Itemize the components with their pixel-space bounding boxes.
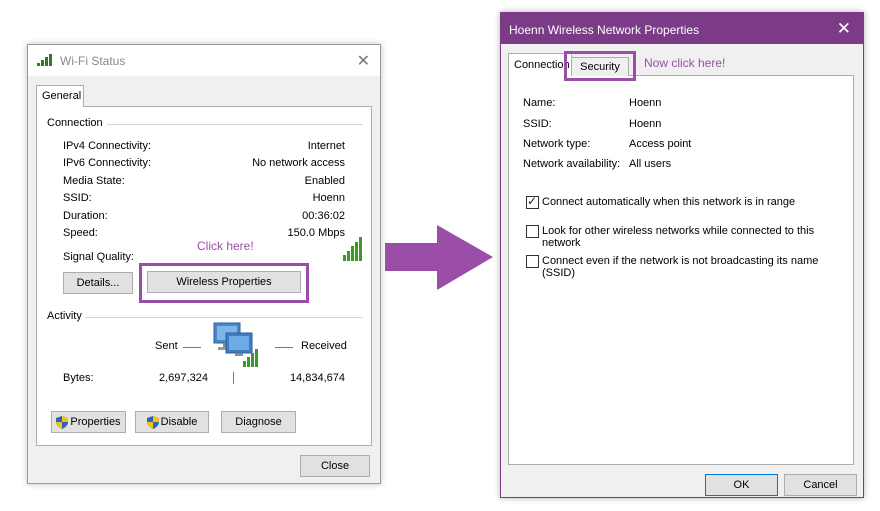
wifi-status-titlebar[interactable]: Wi-Fi Status ✕ (28, 45, 380, 76)
wireless-properties-button[interactable]: Wireless Properties (147, 271, 301, 293)
received-label: Received (301, 340, 347, 352)
signal-quality-label: Signal Quality: (63, 251, 134, 263)
look-for-other-networks-checkbox[interactable] (526, 225, 539, 238)
highlight-box (564, 51, 636, 81)
speed-label: Speed: (63, 227, 98, 239)
received-line (275, 347, 293, 348)
bytes-label: Bytes: (63, 372, 94, 384)
disable-button[interactable]: Disable (135, 411, 209, 433)
wifi-status-window: Wi-Fi Status ✕ General Connection IPv4 C… (27, 44, 381, 484)
cancel-button[interactable]: Cancel (784, 474, 857, 496)
ssid-label: SSID: (523, 118, 552, 130)
close-button[interactable]: Close (300, 455, 370, 477)
ssid-label: SSID: (63, 192, 92, 204)
network-availability-value: All users (629, 158, 672, 170)
connection-panel: Name: Hoenn SSID: Hoenn Network type: Ac… (508, 75, 854, 465)
click-here-hint: Click here! (197, 239, 254, 253)
network-properties-title: Hoenn Wireless Network Properties (509, 23, 700, 37)
ipv6-value: No network access (252, 157, 345, 169)
disable-button-label: Disable (160, 416, 198, 428)
ipv4-label: IPv4 Connectivity: (63, 140, 152, 152)
details-button[interactable]: Details... (63, 272, 133, 294)
network-availability-label: Network availability: (523, 158, 621, 170)
close-icon[interactable]: ✕ (357, 51, 370, 71)
uac-shield-icon (56, 415, 69, 429)
speed-value: 150.0 Mbps (287, 227, 345, 239)
network-properties-titlebar[interactable]: Hoenn Wireless Network Properties ✕ (501, 13, 863, 44)
signal-bars-icon (343, 237, 362, 261)
sent-label: Sent (155, 340, 178, 352)
ipv4-value: Internet (307, 140, 345, 152)
connect-hidden-checkbox[interactable] (526, 255, 539, 268)
close-icon[interactable]: ✕ (837, 19, 851, 39)
media-state-label: Media State: (63, 175, 125, 187)
name-label: Name: (523, 97, 556, 109)
connect-hidden-label: Connect even if the network is not broad… (542, 255, 819, 279)
now-click-here-hint: Now click here! (644, 56, 726, 70)
tab-connection[interactable]: Connection (508, 53, 572, 76)
duration-label: Duration: (63, 210, 108, 222)
look-for-other-networks-label: Look for other wireless networks while c… (542, 225, 815, 249)
ssid-value: Hoenn (312, 192, 345, 204)
network-computers-icon (213, 322, 258, 367)
divider (47, 317, 363, 318)
duration-value: 00:36:02 (302, 210, 345, 222)
checkmark-icon: ✓ (527, 194, 538, 208)
network-properties-window: Hoenn Wireless Network Properties ✕ Conn… (500, 12, 864, 498)
connection-group-label: Connection (47, 117, 107, 129)
properties-button-label: Properties (70, 416, 121, 428)
auto-connect-checkbox[interactable]: ✓ (526, 194, 539, 209)
properties-button[interactable]: Properties (51, 411, 126, 433)
diagnose-button[interactable]: Diagnose (221, 411, 296, 433)
wifi-status-title: Wi-Fi Status (60, 54, 126, 68)
bytes-separator (233, 372, 234, 384)
ssid-value: Hoenn (629, 118, 662, 130)
ipv6-label: IPv6 Connectivity: (63, 157, 152, 169)
activity-group-label: Activity (47, 310, 86, 322)
connect-hidden-option[interactable]: Connect even if the network is not broad… (526, 255, 826, 279)
bytes-sent-value: 2,697,324 (159, 372, 208, 384)
uac-shield-icon (146, 415, 159, 429)
general-panel: Connection IPv4 Connectivity: Internet I… (36, 106, 372, 446)
name-value: Hoenn (629, 97, 662, 109)
auto-connect-option[interactable]: ✓ Connect automatically when this networ… (526, 194, 826, 209)
right-arrow-icon (385, 225, 493, 290)
bytes-received-value: 14,834,674 (289, 372, 345, 384)
look-for-other-networks-option[interactable]: Look for other wireless networks while c… (526, 225, 826, 249)
network-type-value: Access point (629, 138, 692, 150)
network-type-label: Network type: (523, 138, 591, 150)
sent-line (183, 347, 201, 348)
tab-general[interactable]: General (36, 85, 84, 107)
wifi-signal-icon (37, 54, 52, 66)
media-state-value: Enabled (304, 175, 345, 187)
auto-connect-label: Connect automatically when this network … (542, 196, 796, 208)
ok-button[interactable]: OK (705, 474, 778, 496)
